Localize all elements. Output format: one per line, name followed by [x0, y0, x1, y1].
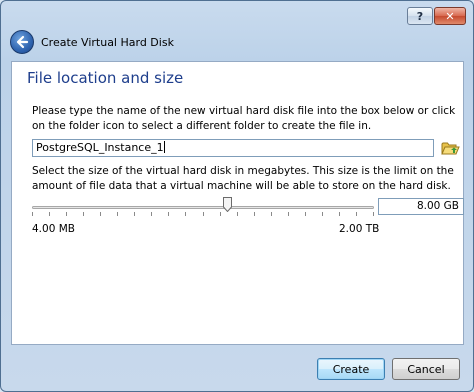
slider-tick	[32, 212, 33, 216]
create-virtual-hard-disk-dialog: ? ✕ Create Virtual Hard Disk File locati…	[0, 0, 474, 392]
text-caret	[163, 141, 165, 153]
slider-tick	[254, 212, 255, 216]
slider-tick	[322, 212, 323, 216]
slider-tick	[288, 212, 289, 216]
slider-max-label: 2.00 TB	[339, 223, 380, 235]
slider-tick	[134, 212, 135, 216]
slider-tick	[373, 212, 374, 216]
slider-tick	[185, 212, 186, 216]
slider-tick	[49, 212, 50, 216]
slider-ticks	[32, 212, 374, 216]
slider-tick	[339, 212, 340, 216]
back-arrow-icon[interactable]	[10, 30, 34, 54]
slider-tick	[151, 212, 152, 216]
slider-tick	[305, 212, 306, 216]
help-button[interactable]: ?	[407, 7, 433, 25]
create-button[interactable]: Create	[317, 358, 385, 380]
slider-tick	[237, 212, 238, 216]
location-instruction: Please type the name of the new virtual …	[32, 105, 456, 132]
file-name-input[interactable]: PostgreSQL_Instance_1	[32, 139, 434, 157]
wizard-page: File location and size Please type the n…	[11, 61, 464, 345]
slider-tick	[100, 212, 101, 216]
slider-tick	[271, 212, 272, 216]
size-slider[interactable]	[32, 206, 374, 209]
size-instruction: Select the size of the virtual hard disk…	[32, 165, 454, 192]
cancel-button[interactable]: Cancel	[392, 358, 460, 380]
slider-min-label: 4.00 MB	[32, 223, 75, 235]
slider-tick	[220, 212, 221, 216]
file-name-value: PostgreSQL_Instance_1	[36, 141, 164, 154]
slider-tick	[356, 212, 357, 216]
slider-thumb[interactable]	[223, 197, 232, 213]
size-input[interactable]: 8.00 GB	[378, 198, 464, 215]
slider-tick	[83, 212, 84, 216]
slider-tick	[203, 212, 204, 216]
page-title: File location and size	[27, 69, 184, 87]
wizard-header: Create Virtual Hard Disk	[1, 27, 473, 59]
close-button[interactable]: ✕	[434, 7, 466, 25]
slider-tick	[117, 212, 118, 216]
dialog-title: Create Virtual Hard Disk	[41, 36, 174, 49]
folder-browse-icon[interactable]	[440, 138, 460, 158]
slider-tick	[168, 212, 169, 216]
slider-tick	[66, 212, 67, 216]
